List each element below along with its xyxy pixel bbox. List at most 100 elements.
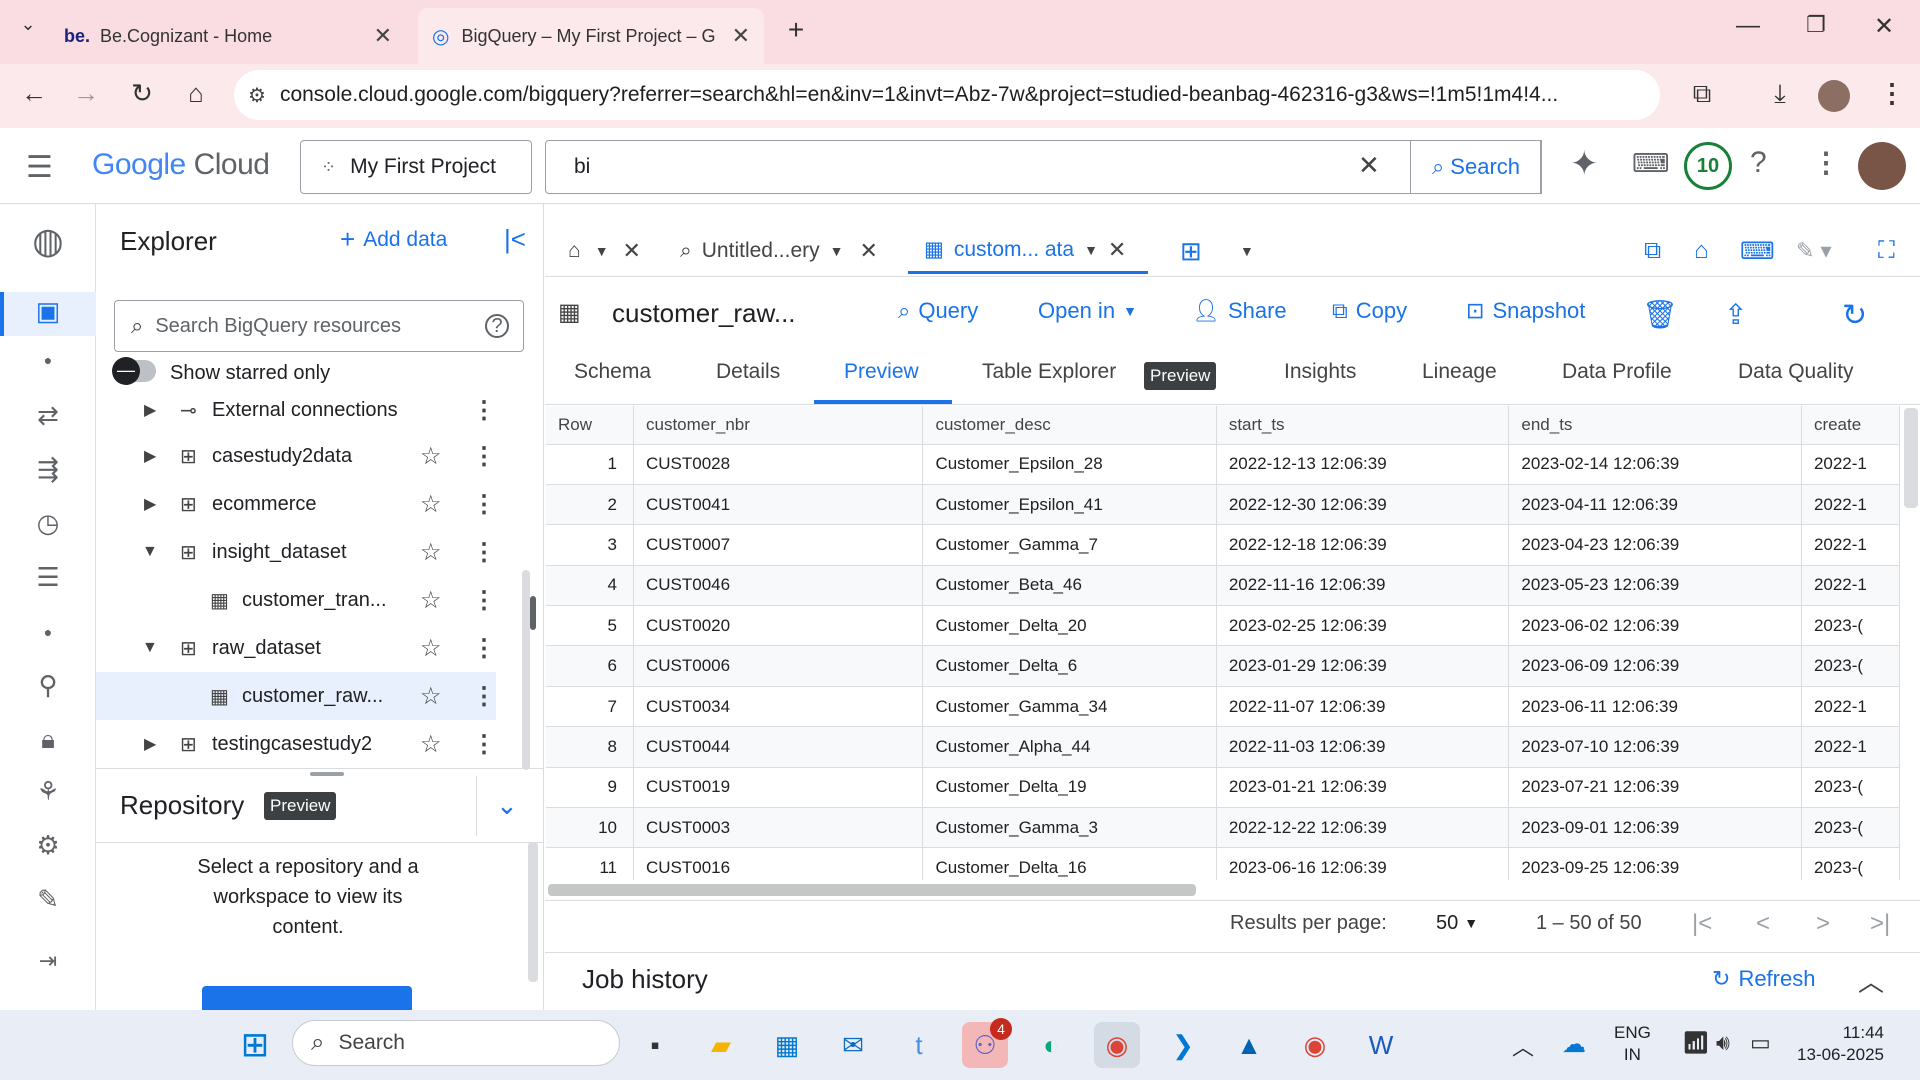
more-actions-icon[interactable]: ⋮ [472, 730, 496, 759]
table-cell[interactable]: 2022-12-13 12:06:39 [1216, 444, 1510, 485]
table-cell[interactable]: 2022-11-07 12:06:39 [1216, 686, 1510, 728]
task-view-icon[interactable]: ▪ [632, 1022, 678, 1068]
fullscreen-icon[interactable]: ⛶ [1878, 228, 1895, 274]
refresh-icon[interactable]: ↻ [1842, 298, 1867, 333]
table-cell[interactable]: 2023-( [1801, 645, 1900, 687]
more-actions-icon[interactable]: ⋮ [472, 490, 496, 519]
job-history-refresh-button[interactable]: ↻ Refresh [1712, 966, 1815, 992]
table-cell[interactable]: Customer_Gamma_34 [922, 686, 1217, 728]
table-cell[interactable]: Customer_Alpha_44 [922, 726, 1217, 768]
table-cell[interactable]: 2023-04-11 12:06:39 [1508, 484, 1802, 526]
column-header[interactable]: Row [546, 406, 634, 445]
table-cell[interactable]: Customer_Beta_46 [922, 565, 1217, 607]
restore-icon[interactable]: ❐ [1796, 12, 1836, 38]
tree-item-ecommerce[interactable]: ▶ ⊞ ecommerce ☆ ⋮ [96, 480, 496, 528]
cloud-shell-icon[interactable]: ⌨ [1632, 148, 1670, 179]
browser-tab-bigquery[interactable]: ◎ BigQuery – My First Project – G ✕ [418, 8, 764, 64]
site-info-icon[interactable]: ⚙ [248, 83, 266, 108]
explorer-scrollbar-thumb[interactable] [530, 596, 536, 630]
expand-arrow-icon[interactable]: ▶ [144, 446, 156, 466]
google-cloud-logo[interactable]: Google Cloud [92, 148, 270, 182]
release-notes-icon[interactable]: ✎ [28, 884, 68, 915]
subtab-insights[interactable]: Insights [1284, 360, 1356, 384]
table-cell[interactable]: 2023-09-01 12:06:39 [1508, 807, 1802, 849]
row-number-cell[interactable]: 8 [546, 726, 634, 768]
dropdown-icon[interactable]: ▼ [1084, 242, 1098, 258]
collapse-arrow-icon[interactable]: ▼ [142, 639, 158, 657]
close-tab-icon[interactable]: ✕ [732, 23, 750, 49]
wifi-icon[interactable]: 📶︎ [1682, 1030, 1710, 1056]
more-actions-icon[interactable]: ⋮ [472, 396, 496, 425]
collapse-arrow-icon[interactable]: ▼ [142, 543, 158, 561]
language-indicator[interactable]: ENG IN [1614, 1022, 1651, 1066]
chevron-up-icon[interactable]: ︿ [1512, 1030, 1534, 1062]
table-cell[interactable]: 2023-( [1801, 767, 1900, 809]
explorer-search-input[interactable]: ⌕ Search BigQuery resources ? [114, 300, 524, 352]
row-number-cell[interactable]: 3 [546, 524, 634, 566]
show-starred-toggle[interactable]: — [112, 357, 156, 385]
home-icon[interactable]: ⌂ [1694, 228, 1709, 274]
expand-arrow-icon[interactable]: ▶ [144, 400, 156, 420]
table-cell[interactable]: 2022-12-22 12:06:39 [1216, 807, 1510, 849]
table-cell[interactable]: 2022-1 [1801, 726, 1900, 768]
open-in-button[interactable]: Open in ▼ [1038, 298, 1137, 324]
star-icon[interactable]: ☆ [420, 586, 442, 615]
chrome-menu-icon[interactable]: ⋮ [1872, 78, 1912, 109]
lock-icon[interactable]: 🔒︎ [28, 724, 68, 756]
row-number-cell[interactable]: 2 [546, 484, 634, 526]
home-icon[interactable]: ⌂ [176, 78, 216, 109]
jobs-list-icon[interactable]: ☰ [28, 562, 68, 593]
new-query-icon[interactable]: ⊞ [1180, 228, 1202, 274]
copy-button[interactable]: ⧉ Copy [1332, 298, 1407, 324]
row-number-cell[interactable]: 9 [546, 767, 634, 809]
table-cell[interactable]: 2023-06-11 12:06:39 [1508, 686, 1802, 728]
snapshot-button[interactable]: ⊡ Snapshot [1466, 298, 1585, 324]
subtab-lineage[interactable]: Lineage [1422, 360, 1497, 384]
windows-start-icon[interactable]: ⊞ [232, 1022, 278, 1068]
table-cell[interactable]: 2023-07-10 12:06:39 [1508, 726, 1802, 768]
more-actions-icon[interactable]: ⋮ [472, 538, 496, 567]
table-cell[interactable]: 2023-04-23 12:06:39 [1508, 524, 1802, 566]
table-cell[interactable]: 2022-1 [1801, 524, 1900, 566]
last-page-icon[interactable]: >| [1870, 910, 1890, 938]
column-header[interactable]: customer_desc [922, 406, 1217, 445]
tree-item-casestudy2data[interactable]: ▶ ⊞ casestudy2data ☆ ⋮ [96, 432, 496, 480]
collapse-explorer-icon[interactable]: |< [504, 224, 526, 255]
subtab-preview[interactable]: Preview [844, 360, 919, 384]
table-cell[interactable]: 2023-( [1801, 847, 1900, 880]
chrome-icon[interactable]: ◉ [1094, 1022, 1140, 1068]
url-bar[interactable]: ⚙ console.cloud.google.com/bigquery?refe… [234, 70, 1660, 120]
explorer-scrollbar[interactable] [522, 570, 530, 770]
table-cell[interactable]: CUST0034 [633, 686, 924, 728]
query-button[interactable]: ⌕ Query [898, 298, 978, 324]
gemini-sparkle-icon[interactable]: ✦ [1570, 144, 1599, 184]
table-row[interactable]: 6 CUST0006 Customer_Delta_6 2023-01-29 12:0… [546, 645, 1900, 687]
star-icon[interactable]: ☆ [420, 442, 442, 471]
share-button[interactable]: 👤︎ Share [1192, 298, 1287, 324]
table-row[interactable]: 3 CUST0007 Customer_Gamma_7 2022-12-18 12:0… [546, 524, 1900, 566]
more-actions-icon[interactable]: ⋮ [472, 442, 496, 471]
table-cell[interactable]: 2023-01-21 12:06:39 [1216, 767, 1510, 809]
table-cell[interactable]: Customer_Epsilon_41 [922, 484, 1217, 526]
notifications-badge[interactable]: 10 [1684, 142, 1732, 190]
scheduled-queries-icon[interactable]: ◷ [28, 508, 68, 539]
help-icon[interactable]: ? [1750, 146, 1767, 180]
monitoring-icon[interactable]: ⚲ [28, 670, 68, 701]
table-cell[interactable]: CUST0028 [633, 444, 924, 485]
dropdown-icon[interactable]: ▼ [830, 243, 844, 259]
column-header[interactable]: start_ts [1216, 406, 1510, 445]
table-cell[interactable]: CUST0044 [633, 726, 924, 768]
column-header[interactable]: customer_nbr [633, 406, 924, 445]
export-icon[interactable]: ⇪ [1724, 298, 1747, 331]
reload-icon[interactable]: ↻ [122, 78, 162, 109]
table-cell[interactable]: Customer_Delta_20 [922, 605, 1217, 647]
row-number-cell[interactable]: 1 [546, 444, 634, 485]
row-number-cell[interactable]: 10 [546, 807, 634, 849]
prev-page-icon[interactable]: < [1756, 910, 1770, 938]
main-menu-icon[interactable]: ☰ [26, 150, 53, 185]
close-tab-icon[interactable]: ✕ [374, 23, 392, 49]
table-row[interactable]: 5 CUST0020 Customer_Delta_20 2023-02-25 12:… [546, 605, 1900, 647]
dropdown-icon[interactable]: ▼ [595, 243, 609, 259]
subtab-schema[interactable]: Schema [574, 360, 651, 384]
table-row[interactable]: 1 CUST0028 Customer_Epsilon_28 2022-12-13 1… [546, 444, 1900, 485]
